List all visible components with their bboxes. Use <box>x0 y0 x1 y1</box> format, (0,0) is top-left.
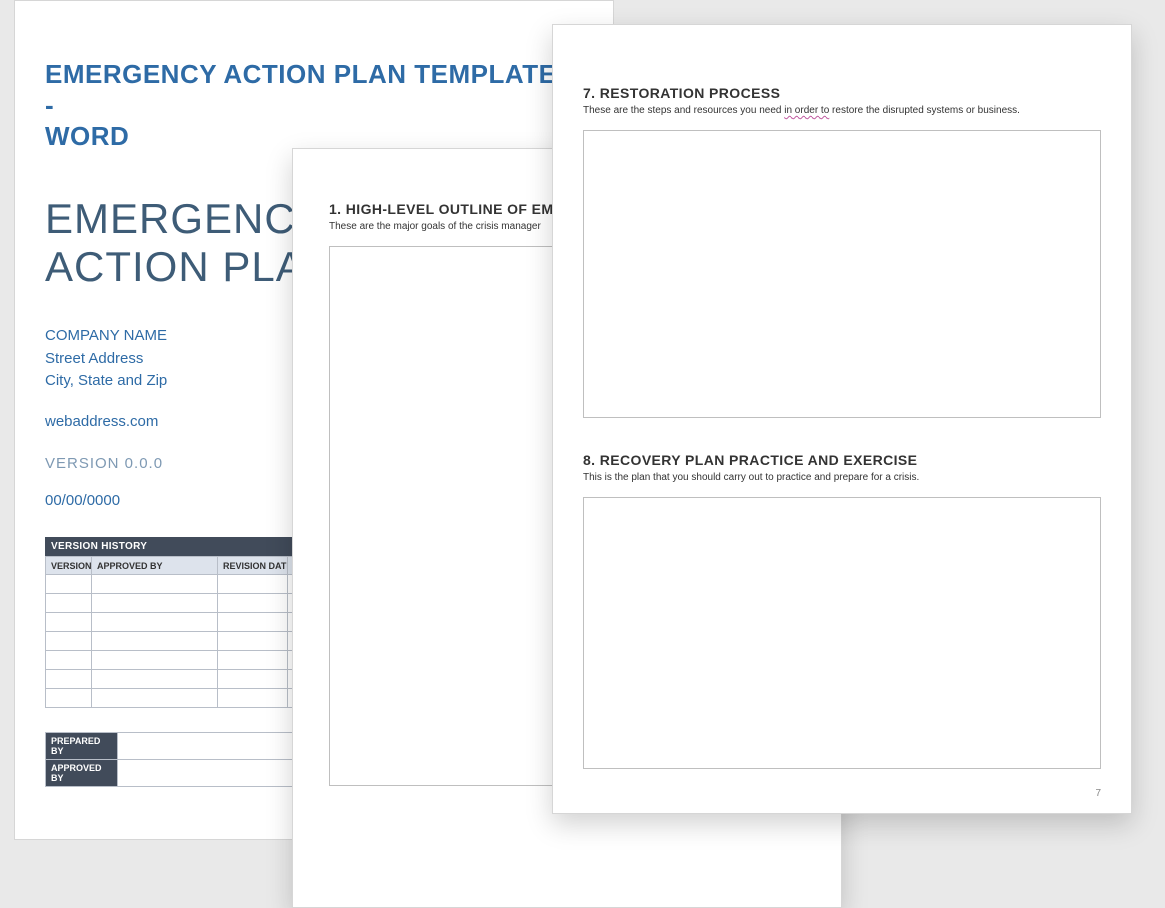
section-7-desc-post: restore the disrupted systems or busines… <box>829 105 1020 116</box>
section-8-title: 8. RECOVERY PLAN PRACTICE AND EXERCISE <box>583 452 1101 468</box>
page-3-restoration: 7. RESTORATION PROCESS These are the ste… <box>552 24 1132 814</box>
section-7-desc-pre: These are the steps and resources you ne… <box>583 105 784 116</box>
document-heading-line1: EMERGENCY <box>45 195 325 242</box>
template-title-line2: WORD <box>45 121 129 151</box>
section-7-title: 7. RESTORATION PROCESS <box>583 85 1101 101</box>
approved-by-label: APPROVED BY <box>46 760 118 787</box>
col-revision-date: REVISION DATE <box>218 557 288 575</box>
section-7-desc: These are the steps and resources you ne… <box>583 105 1101 116</box>
prepared-by-label: PREPARED BY <box>46 733 118 760</box>
section-8-desc: This is the plan that you should carry o… <box>583 472 1101 483</box>
spellcheck-squiggle: in order to <box>784 105 829 116</box>
page-number: 7 <box>1095 788 1101 799</box>
section-8-content-box <box>583 497 1101 769</box>
template-title-line1: EMERGENCY ACTION PLAN TEMPLATE - <box>45 59 556 120</box>
col-version: VERSION <box>46 557 92 575</box>
section-7-content-box <box>583 130 1101 418</box>
template-title: EMERGENCY ACTION PLAN TEMPLATE - WORD <box>45 59 573 153</box>
col-approved-by: APPROVED BY <box>92 557 218 575</box>
